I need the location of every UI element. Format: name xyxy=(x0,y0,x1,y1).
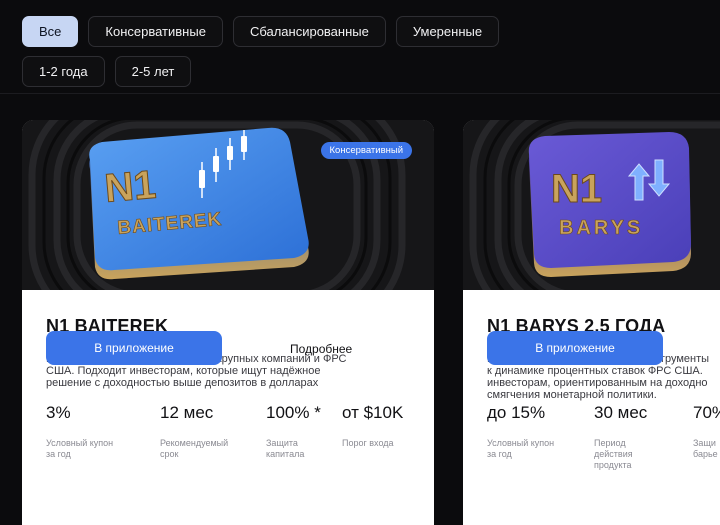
stat-capital-protection: 100% * Защита капитала xyxy=(266,403,321,460)
filter-balanced[interactable]: Сбалансированные xyxy=(232,16,386,47)
stat-label: Условный купон за год xyxy=(487,438,555,459)
card-stats: до 15% Условный купон за год 30 мес Пери… xyxy=(487,403,720,483)
stat-value: 12 мес xyxy=(160,403,214,422)
card-stats: 3% Условный купон за год 12 мес Рекоменд… xyxy=(46,403,434,483)
page: Все Консервативные Сбалансированные Умер… xyxy=(0,0,720,525)
product-image-barys: N1 BARYS xyxy=(463,120,720,290)
stat-value: 70% xyxy=(693,403,720,422)
open-in-app-button[interactable]: В приложение xyxy=(46,331,222,365)
stat-value: 30 мес xyxy=(594,403,648,422)
open-in-app-button[interactable]: В приложение xyxy=(487,331,663,365)
stat-label: Защи барье xyxy=(693,438,718,459)
filter-conservative[interactable]: Консервативные xyxy=(88,16,223,47)
stat-product-term: 30 мес Период действия продукта xyxy=(594,403,647,471)
filter-moderate[interactable]: Умеренные xyxy=(395,16,500,47)
barys-logo-bottom: BARYS xyxy=(559,217,643,239)
term-filters: 1-2 года 2-5 лет xyxy=(22,56,192,87)
stat-barrier-protection: 70% Защи барье xyxy=(693,403,720,460)
strategy-filters: Все Консервативные Сбалансированные Умер… xyxy=(22,16,500,47)
stat-label: Порог входа xyxy=(342,438,394,448)
risk-badge-conservative: Консервативный xyxy=(320,142,412,159)
product-card-barys[interactable]: N1 BARYS N1 BARYS 2,5 ГОДА Инвестиции в … xyxy=(463,120,720,525)
product-image-baiterek: N1 BAITEREK Консервативный xyxy=(22,120,434,290)
stat-term: 12 мес Рекомендуемый срок xyxy=(160,403,228,460)
stat-label: Период действия продукта xyxy=(594,438,633,470)
stat-value: 100% * xyxy=(266,403,321,422)
stat-label: Условный купон за год xyxy=(46,438,114,459)
filter-1-2-years[interactable]: 1-2 года xyxy=(22,56,105,87)
barys-logo-top: N1 xyxy=(551,167,602,211)
product-card-baiterek[interactable]: N1 BAITEREK Консервативный N1 BAITEREK И… xyxy=(22,120,434,525)
stat-label: Защита капитала xyxy=(266,438,305,459)
stat-coupon: до 15% Условный купон за год xyxy=(487,403,554,460)
stat-entry-threshold: от $10K Порог входа xyxy=(342,403,403,449)
stat-value: до 15% xyxy=(487,403,546,422)
divider xyxy=(0,93,720,94)
stat-label: Рекомендуемый срок xyxy=(160,438,229,459)
filter-all[interactable]: Все xyxy=(22,16,79,47)
stat-coupon: 3% Условный купон за год xyxy=(46,403,113,460)
filter-2-5-years[interactable]: 2-5 лет xyxy=(114,56,192,87)
stat-value: 3% xyxy=(46,403,71,422)
baiterek-logo-top: N1 xyxy=(103,163,158,211)
stat-value: от $10K xyxy=(342,403,404,422)
more-details-link[interactable]: Подробнее xyxy=(290,342,352,356)
barys-tile-illustration: N1 BARYS xyxy=(463,120,720,290)
